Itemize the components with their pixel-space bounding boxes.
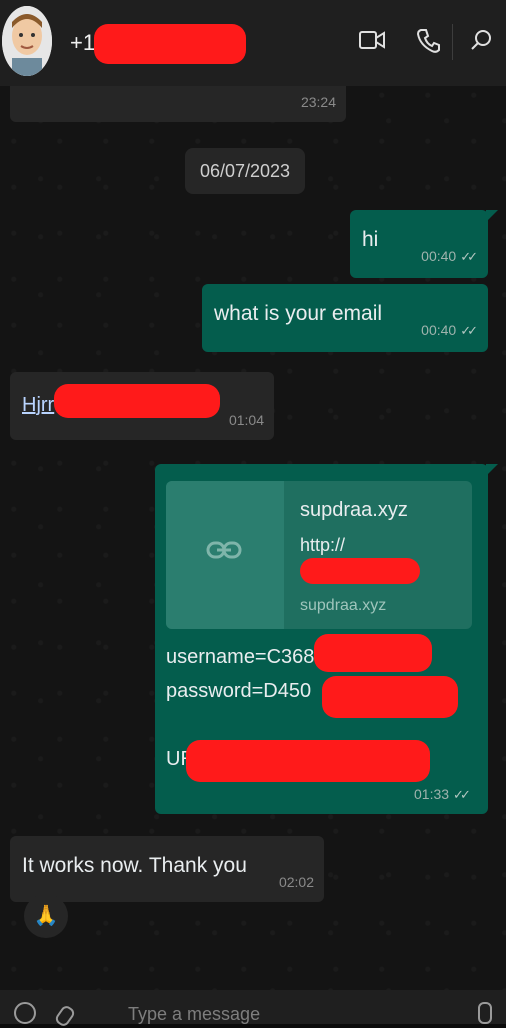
redaction-mark xyxy=(300,558,420,584)
message-time: 00:40 ✓✓ xyxy=(421,322,478,339)
message-time-label: 01:33 xyxy=(414,786,450,802)
voice-call-icon[interactable] xyxy=(416,28,440,59)
message-time: 01:33 ✓✓ xyxy=(414,786,471,803)
link-preview-url: http:// xyxy=(300,535,346,555)
message-time: 02:02 xyxy=(278,874,314,890)
microphone-icon[interactable] xyxy=(478,1002,492,1024)
redaction-mark xyxy=(322,676,458,718)
message-input[interactable]: Type a message xyxy=(128,1004,260,1025)
bubble-tail xyxy=(486,210,498,222)
message-time: 00:40 ✓✓ xyxy=(421,248,478,265)
credential-line: password=D450 xyxy=(166,680,312,702)
date-separator: 06/07/2023 xyxy=(185,148,305,194)
previous-message-time: 23:24 xyxy=(300,94,336,110)
video-call-icon[interactable] xyxy=(358,28,386,57)
link-thumbnail xyxy=(166,481,284,629)
contact-name[interactable]: +1 3611 xyxy=(70,24,241,56)
emoji-icon[interactable] xyxy=(14,1002,36,1024)
message-text: hi xyxy=(362,228,379,251)
read-receipt-icon: ✓✓ xyxy=(453,787,471,802)
chat-header: +1 3611 xyxy=(0,0,506,87)
previous-message-bubble[interactable]: 23:24 xyxy=(10,86,346,122)
message-composer: Type a message xyxy=(0,990,506,1028)
redaction-mark xyxy=(94,24,246,64)
link-icon xyxy=(206,541,242,559)
outgoing-message-bubble[interactable]: what is your email 00:40 ✓✓ xyxy=(202,284,488,352)
contact-prefix: +1 xyxy=(70,30,96,55)
redaction-mark xyxy=(314,634,432,672)
read-receipt-icon: ✓✓ xyxy=(460,323,478,338)
message-time-label: 00:40 xyxy=(421,322,457,338)
contact-avatar[interactable] xyxy=(2,6,52,76)
link-preview-card[interactable]: supdraa.xyz http:// supdraa.xyz xyxy=(166,481,472,629)
redaction-mark xyxy=(186,740,430,782)
header-divider xyxy=(452,24,453,60)
link-preview-title: supdraa.xyz xyxy=(300,499,408,521)
outgoing-message-bubble[interactable]: hi 00:40 ✓✓ xyxy=(350,210,488,278)
bubble-tail xyxy=(486,464,498,476)
message-text: what is your email xyxy=(214,302,383,325)
message-link-text[interactable]: Hjrr xyxy=(22,394,54,417)
incoming-message-bubble[interactable]: It works now. Thank you 02:02 xyxy=(10,836,324,902)
attach-icon[interactable] xyxy=(53,1003,77,1028)
message-text: It works now. Thank you xyxy=(22,854,247,877)
link-preview-domain: supdraa.xyz xyxy=(300,597,387,614)
search-icon[interactable] xyxy=(470,28,494,57)
message-time: 01:04 xyxy=(228,412,264,428)
message-time-label: 00:40 xyxy=(421,248,457,264)
message-reaction[interactable]: 🙏 xyxy=(24,894,68,938)
credential-line: username=C368 xyxy=(166,646,315,668)
read-receipt-icon: ✓✓ xyxy=(460,249,478,264)
redaction-mark xyxy=(54,384,220,418)
